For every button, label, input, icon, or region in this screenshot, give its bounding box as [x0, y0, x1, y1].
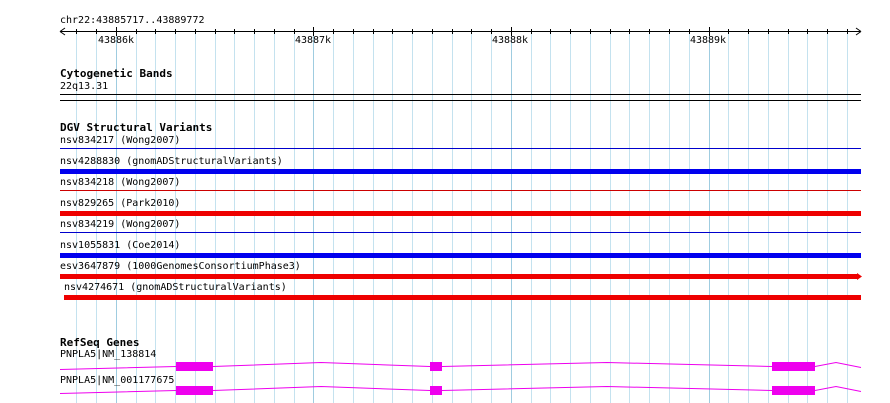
dgv-feature-label[interactable]: nsv4274671 (gnomADStructuralVariants): [64, 282, 287, 293]
dgv-feature-bar: [60, 169, 861, 174]
dgv-feature-label[interactable]: nsv834217 (Wong2007): [60, 135, 180, 146]
dgv-feature-label[interactable]: nsv1055831 (Coe2014): [60, 240, 180, 251]
gene-exon: [430, 386, 442, 395]
gene-exon: [772, 386, 815, 395]
ruler-tick-label: 43886k: [97, 35, 135, 46]
gene-exon: [772, 362, 815, 371]
dgv-feature-label[interactable]: nsv834219 (Wong2007): [60, 219, 180, 230]
dgv-feature-label[interactable]: esv3647879 (1000GenomesConsortiumPhase3): [60, 261, 301, 272]
ruler-location: chr22:43885717..43889772: [60, 15, 205, 26]
dgv-feature-label[interactable]: nsv834218 (Wong2007): [60, 177, 180, 188]
gene-exon: [430, 362, 442, 371]
refseq-gene-label[interactable]: PNPLA5|NM_001177675: [60, 375, 174, 386]
refseq-gene-label[interactable]: PNPLA5|NM_138814: [60, 349, 156, 360]
dgv-feature-bar: [60, 274, 857, 279]
dgv-feature-label[interactable]: nsv4288830 (gnomADStructuralVariants): [60, 156, 283, 167]
ruler-tick-label: 43888k: [491, 35, 529, 46]
ruler-tick-label: 43889k: [689, 35, 727, 46]
gene-exon: [176, 386, 213, 395]
genome-browser-view: chr22:43885717..43889772 43886k 43887k 4…: [0, 0, 890, 403]
gene-exon: [176, 362, 213, 371]
track-title-dgv: DGV Structural Variants: [60, 121, 213, 134]
track-title-cytogenetic-bands: Cytogenetic Bands: [60, 67, 173, 80]
dgv-feature-bar: [64, 295, 861, 300]
dgv-feature-bar: [60, 211, 861, 216]
cytoband-label: 22q13.31: [60, 81, 109, 92]
dgv-feature-label[interactable]: nsv829265 (Park2010): [60, 198, 180, 209]
dgv-feature-bar: [60, 253, 861, 258]
dgv-feature-arrow: [857, 273, 862, 280]
track-title-refseq: RefSeq Genes: [60, 336, 140, 349]
ruler-tick-label: 43887k: [294, 35, 332, 46]
